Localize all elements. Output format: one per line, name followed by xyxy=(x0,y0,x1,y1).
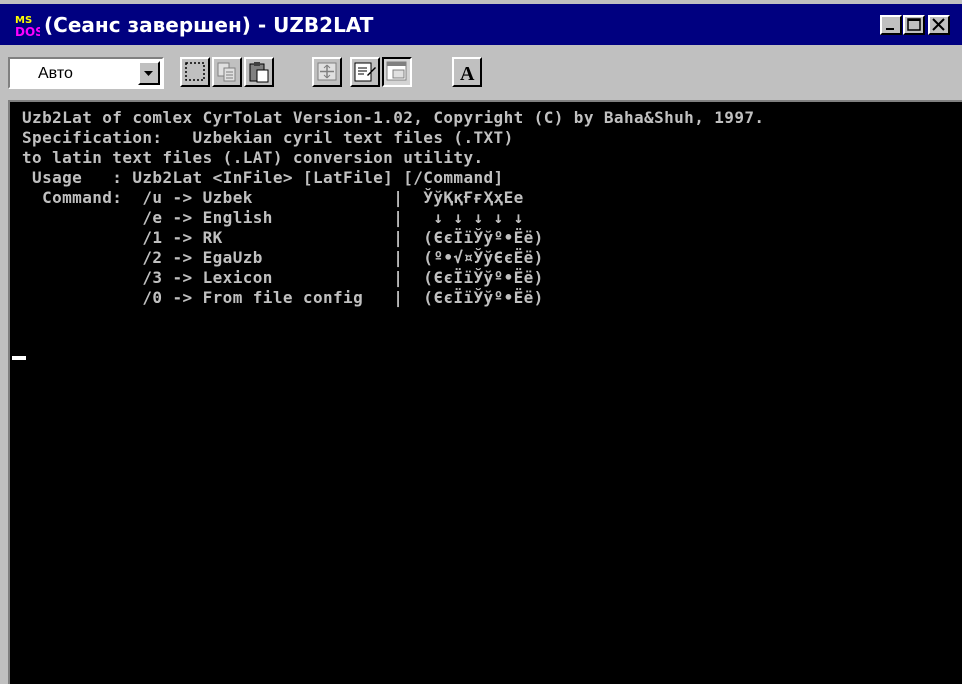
window-title: (Сеанс завершен) - UZB2LAT xyxy=(44,13,374,37)
console-line: Command: /u -> Uzbek | ЎўҚқҒғҲҳЕе xyxy=(22,188,524,207)
copy-button[interactable] xyxy=(212,57,242,87)
properties-icon xyxy=(354,62,376,82)
console-line: /2 -> EgaUzb | (º•√¤ЎўЄєЁё) xyxy=(22,248,544,267)
paste-button[interactable] xyxy=(244,57,274,87)
svg-text:A: A xyxy=(460,63,475,85)
properties-button[interactable] xyxy=(350,57,380,87)
font-size-select[interactable]: Авто xyxy=(8,57,164,89)
font-button[interactable]: A xyxy=(452,57,482,87)
console-line: Uzb2Lat of comlex CyrToLat Version-1.02,… xyxy=(22,108,765,127)
close-icon xyxy=(932,18,945,31)
console-line: /e -> English | ↓ ↓ ↓ ↓ ↓ xyxy=(22,208,524,227)
chevron-down-icon xyxy=(144,71,153,76)
minimize-button[interactable] xyxy=(880,15,902,35)
mark-icon xyxy=(185,62,205,81)
console-line: to latin text files (.LAT) conversion ut… xyxy=(22,148,484,167)
fullscreen-button[interactable] xyxy=(312,57,342,87)
fullscreen-icon xyxy=(317,62,337,81)
console-output[interactable]: Uzb2Lat of comlex CyrToLat Version-1.02,… xyxy=(8,100,962,684)
mark-button[interactable] xyxy=(180,57,210,87)
console-line: Usage : Uzb2Lat <InFile> [LatFile] [/Com… xyxy=(22,168,504,187)
console-line: /1 -> RK | (ЄєЇїЎўº•Ёё) xyxy=(22,228,544,247)
background-button[interactable] xyxy=(382,57,412,87)
minimize-icon xyxy=(886,28,894,30)
console-line: Specification: Uzbekian cyril text files… xyxy=(22,128,514,147)
maximize-button[interactable] xyxy=(903,15,925,35)
console-line: /3 -> Lexicon | (ЄєЇїЎўº•Ёё) xyxy=(22,268,544,287)
close-button[interactable] xyxy=(928,15,950,35)
title-bar[interactable]: MS DOS (Сеанс завершен) - UZB2LAT xyxy=(0,4,962,45)
copy-icon xyxy=(217,62,236,82)
toolbar: Авто A xyxy=(0,49,962,97)
font-size-value: Авто xyxy=(38,65,73,82)
dropdown-button[interactable] xyxy=(138,61,160,85)
paste-icon xyxy=(249,62,269,83)
font-icon: A xyxy=(460,63,475,85)
console-line: /0 -> From file config | (ЄєЇїЎўº•Ёё) xyxy=(22,288,544,307)
console-window: MS DOS (Сеанс завершен) - UZB2LAT Авто A… xyxy=(0,0,962,684)
text-cursor xyxy=(12,356,26,360)
maximize-icon xyxy=(907,18,921,31)
ms-dos-icon[interactable]: MS DOS xyxy=(14,12,40,38)
svg-text:DOS: DOS xyxy=(15,25,40,38)
background-icon xyxy=(386,61,407,81)
